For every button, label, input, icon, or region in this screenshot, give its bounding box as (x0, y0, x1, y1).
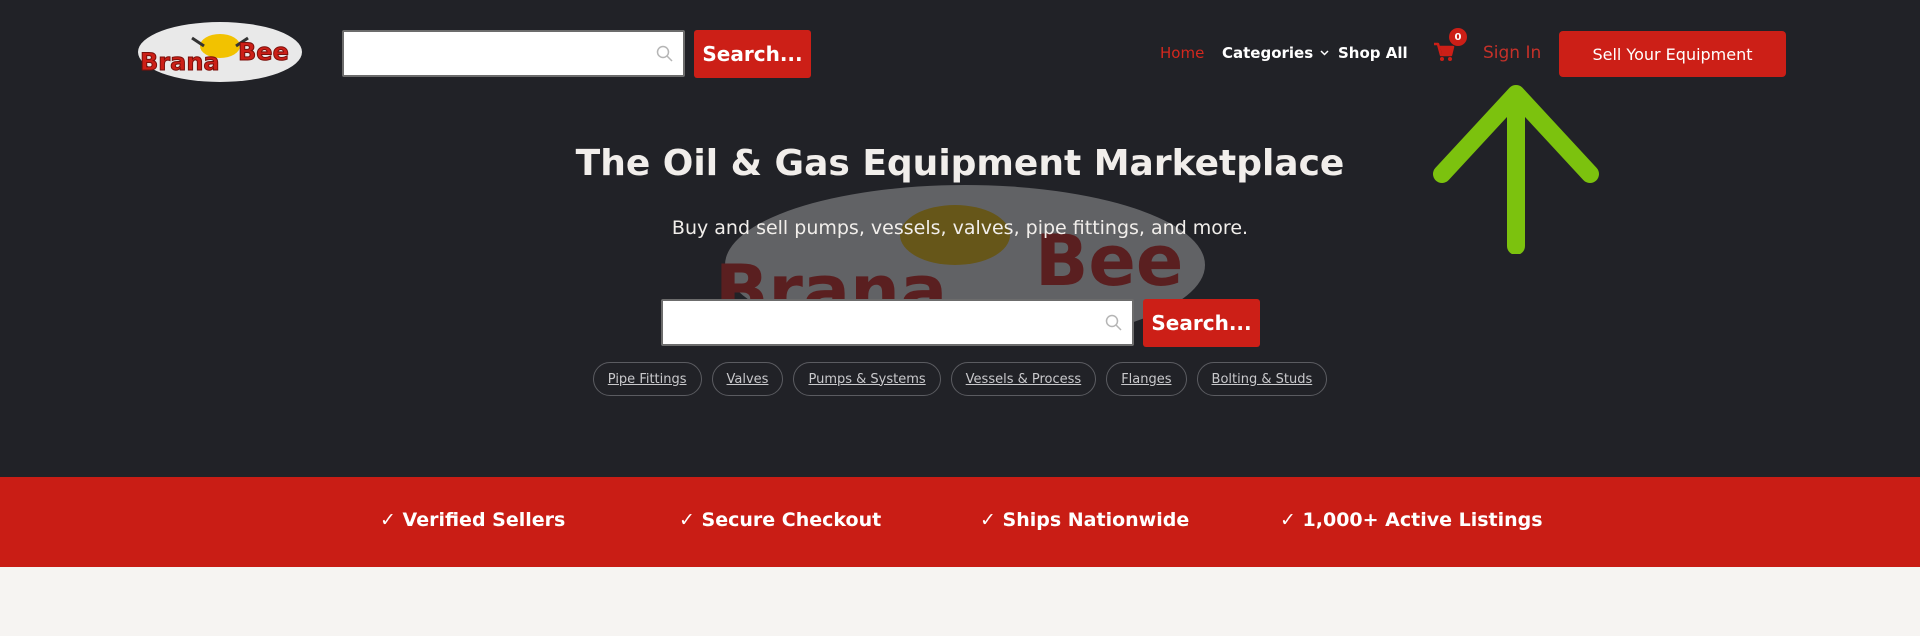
chip-vessels-process[interactable]: Vessels & Process (950, 362, 1097, 396)
hero-search-input[interactable] (661, 299, 1134, 346)
nav-categories-label: Categories (1222, 44, 1314, 62)
features-band: ✓ Verified Sellers ✓ Secure Checkout ✓ S… (0, 477, 1920, 567)
brana-bee-logo[interactable]: Brana Bee (134, 16, 306, 86)
header-search-input[interactable] (342, 30, 685, 77)
nav-shop-all-link[interactable]: Shop All (1338, 44, 1408, 62)
chip-pumps-systems[interactable]: Pumps & Systems (793, 362, 941, 396)
svg-text:Bee: Bee (238, 38, 289, 66)
chip-valves[interactable]: Valves (711, 362, 784, 396)
hero-section: Brana Bee Search... Home Categories Shop… (0, 0, 1920, 477)
feature-verified-sellers: ✓ Verified Sellers (380, 509, 566, 531)
chip-pipe-fittings[interactable]: Pipe Fittings (592, 362, 702, 396)
hero-search-button[interactable]: Search... (1143, 299, 1260, 347)
chevron-down-icon (1320, 50, 1329, 56)
chip-flanges[interactable]: Flanges (1106, 362, 1187, 396)
sell-your-equipment-button[interactable]: Sell Your Equipment (1559, 31, 1786, 77)
search-icon (1105, 314, 1122, 331)
sign-in-link[interactable]: Sign In (1483, 43, 1541, 63)
hero-title: The Oil & Gas Equipment Marketplace (575, 143, 1345, 184)
header-search-button[interactable]: Search... (694, 30, 811, 78)
category-chips: Pipe Fittings Valves Pumps & Systems Ves… (0, 362, 1920, 396)
chip-bolting-studs[interactable]: Bolting & Studs (1196, 362, 1328, 396)
nav-categories-dropdown[interactable]: Categories (1222, 44, 1329, 62)
svg-text:Brana: Brana (140, 48, 220, 76)
feature-ships-nationwide: ✓ Ships Nationwide (980, 509, 1190, 531)
hero-subtitle: Buy and sell pumps, vessels, valves, pip… (671, 217, 1249, 239)
feature-secure-checkout: ✓ Secure Checkout (679, 509, 882, 531)
nav-home-link[interactable]: Home (1160, 44, 1204, 62)
cart-count-badge: 0 (1449, 28, 1467, 46)
feature-active-listings: ✓ 1,000+ Active Listings (1280, 509, 1543, 531)
search-icon (656, 45, 673, 62)
cart-icon[interactable] (1433, 42, 1455, 62)
